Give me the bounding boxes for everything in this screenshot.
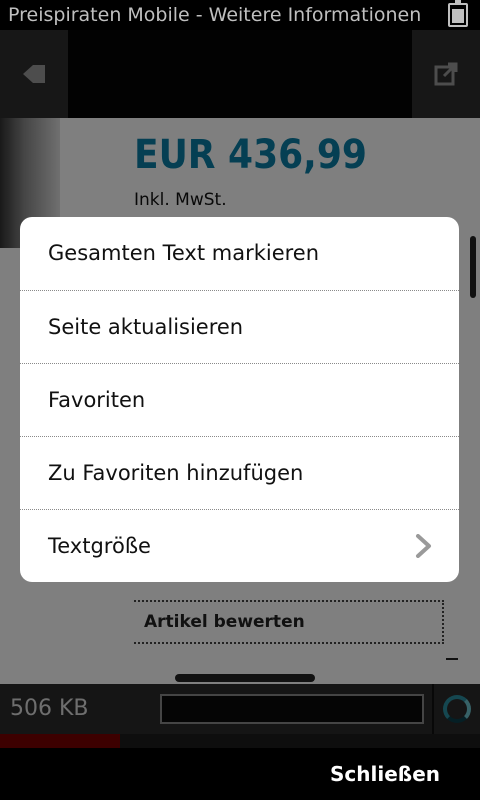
- menu-item-add-favorite[interactable]: Zu Favoriten hinzufügen: [20, 437, 459, 509]
- context-menu: Gesamten Text markieren Seite aktualisie…: [20, 217, 459, 582]
- softkey-bar: Schließen: [0, 748, 480, 800]
- browser-screen: Preispiraten Mobile - Weitere Informatio…: [0, 0, 480, 800]
- close-button[interactable]: Schließen: [330, 748, 440, 800]
- menu-item-label: Favoriten: [48, 388, 146, 412]
- menu-item-text-size[interactable]: Textgröße: [20, 510, 459, 582]
- battery-icon: [448, 0, 468, 27]
- menu-item-label: Gesamten Text markieren: [48, 241, 320, 265]
- chevron-right-icon: [416, 534, 431, 558]
- menu-item-reload-page[interactable]: Seite aktualisieren: [20, 291, 459, 363]
- menu-item-favorites[interactable]: Favoriten: [20, 364, 459, 436]
- menu-item-label: Seite aktualisieren: [48, 315, 244, 339]
- menu-item-label: Textgröße: [48, 534, 151, 558]
- menu-item-label: Zu Favoriten hinzufügen: [48, 461, 304, 485]
- status-bar: Preispiraten Mobile - Weitere Informatio…: [0, 0, 480, 30]
- menu-item-select-all-text[interactable]: Gesamten Text markieren: [20, 217, 459, 289]
- window-title: Preispiraten Mobile - Weitere Informatio…: [8, 4, 422, 26]
